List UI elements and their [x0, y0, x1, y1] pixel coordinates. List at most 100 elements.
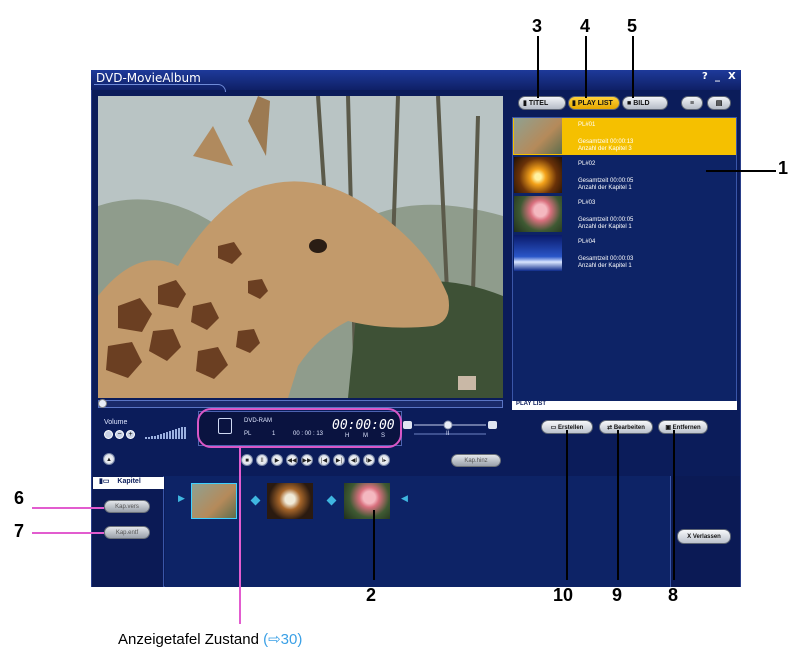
- exit-icon: X: [687, 534, 692, 540]
- kap-hinz-button[interactable]: Kap.hinz: [451, 454, 501, 467]
- playlist-total-time: Gesamtzeit 00:00:13: [578, 139, 634, 145]
- callout-5-line: [632, 36, 634, 98]
- callout-9-line: [617, 430, 619, 580]
- callout-1: 1: [778, 158, 789, 178]
- seek-handle[interactable]: [98, 399, 107, 408]
- minimize-button[interactable]: _: [715, 71, 720, 82]
- playlist-thumbnail: [514, 235, 562, 271]
- callout-4: 4: [580, 16, 591, 36]
- tab-titel[interactable]: ▮ TITEL: [518, 96, 566, 110]
- rewind-icon[interactable]: ◀◀: [286, 454, 298, 466]
- kap-entf-button[interactable]: Kap.entf: [104, 526, 150, 539]
- callout-8-line: [673, 430, 675, 580]
- playlist-item[interactable]: PL#01 Gesamtzeit 00:00:13 Anzahl der Kap…: [513, 118, 736, 155]
- frame-advance-icon[interactable]: I▸: [378, 454, 390, 466]
- slow-reverse-icon[interactable]: ◀I: [348, 454, 360, 466]
- chapter-thumbnail[interactable]: [344, 483, 390, 519]
- pause-button[interactable]: II: [256, 454, 268, 466]
- status-callout-line: [239, 446, 241, 624]
- chapter-header: ▮▭ Kapitel: [93, 477, 164, 489]
- video-preview: [98, 96, 503, 398]
- callout-4-line: [585, 36, 587, 98]
- tab-titel-label: TITEL: [528, 100, 549, 107]
- chapter-end-marker-icon: ◀: [401, 493, 408, 503]
- fast-forward-icon[interactable]: ▶▶: [301, 454, 313, 466]
- close-button[interactable]: X: [728, 71, 736, 82]
- playlist-tab-icon: ▮: [572, 100, 576, 107]
- entfernen-label: Entfernen: [672, 425, 701, 431]
- callout-9: 9: [612, 585, 623, 605]
- chapter-icon: ▮▭: [99, 478, 110, 485]
- status-highlight-oval: [197, 408, 402, 448]
- chapter-start-marker-icon: ▶: [178, 493, 185, 503]
- tab-playlist[interactable]: ▮ PLAY LIST: [568, 96, 620, 110]
- playlist-name: PL#01: [578, 122, 596, 128]
- title-tab-outline: [94, 84, 226, 92]
- callout-5: 5: [627, 16, 638, 36]
- callout-8: 8: [668, 585, 679, 605]
- mute-icon[interactable]: [104, 430, 113, 439]
- status-caption-text: Anzeigetafel Zustand: [118, 631, 264, 648]
- titel-tab-icon: ▮: [523, 100, 527, 107]
- callout-6-line: [32, 507, 104, 509]
- bearbeiten-button[interactable]: ⇄ Bearbeiten: [599, 420, 653, 434]
- playlist-item[interactable]: PL#03 Gesamtzeit 00:00:05 Anzahl der Kap…: [513, 196, 736, 233]
- volume-down-button[interactable]: −: [115, 430, 124, 439]
- playlist-total-time: Gesamtzeit 00:00:05: [578, 178, 634, 184]
- callout-3-line: [537, 36, 539, 98]
- callout-2-line: [373, 510, 375, 580]
- playlist-thumbnail: [514, 157, 562, 193]
- callout-7: 7: [14, 521, 25, 541]
- playlist-chapter-count: Anzahl der Kapitel 1: [578, 263, 632, 269]
- tab-bild-label: BILD: [633, 100, 650, 107]
- skip-previous-icon[interactable]: |◀: [318, 454, 330, 466]
- play-button[interactable]: ▶: [271, 454, 283, 466]
- callout-3: 3: [532, 16, 543, 36]
- playlist-name: PL#02: [578, 161, 596, 167]
- volume-up-button[interactable]: +: [126, 430, 135, 439]
- playlist-item[interactable]: PL#02 Gesamtzeit 00:00:05 Anzahl der Kap…: [513, 157, 736, 194]
- status-caption-link[interactable]: (⇨30): [263, 631, 302, 648]
- erstellen-label: Erstellen: [557, 425, 584, 431]
- speed-slider-graphic: [403, 420, 497, 435]
- playlist-chapter-count: Anzahl der Kapitel 3: [578, 146, 632, 152]
- thumbnail-view-icon[interactable]: ▤: [707, 96, 731, 110]
- giraffe-image: [98, 96, 503, 398]
- playlist-thumbnail: [514, 118, 562, 154]
- seek-bar[interactable]: [98, 400, 503, 408]
- volume-level-meter[interactable]: [145, 426, 190, 439]
- slow-forward-icon[interactable]: I▶: [363, 454, 375, 466]
- tab-playlist-label: PLAY LIST: [577, 100, 613, 107]
- callout-10: 10: [553, 585, 574, 605]
- window-title: DVD-MovieAlbum: [96, 71, 201, 85]
- volume-label: Volume: [104, 419, 128, 426]
- playlist-footer-text: PLAY LIST: [516, 401, 547, 407]
- bild-tab-icon: ■: [627, 100, 632, 107]
- tab-bild[interactable]: ■ BILD: [622, 96, 668, 110]
- speed-slider[interactable]: [402, 420, 498, 442]
- playlist-chapter-count: Anzahl der Kapitel 1: [578, 224, 632, 230]
- playlist-name: PL#03: [578, 200, 596, 206]
- callout-10-line: [566, 430, 568, 580]
- entfernen-button[interactable]: ▣ Entfernen: [658, 420, 708, 434]
- playlist-total-time: Gesamtzeit 00:00:03: [578, 256, 634, 262]
- volume-bars: [145, 427, 186, 439]
- list-view-icon[interactable]: ≡: [681, 96, 703, 110]
- verlassen-button[interactable]: X Verlassen: [677, 529, 731, 544]
- chapter-thumbnail[interactable]: [267, 483, 313, 519]
- kap-vers-button[interactable]: Kap.vers: [104, 500, 150, 513]
- callout-7-line: [32, 532, 104, 534]
- chapter-header-label: Kapitel: [117, 478, 141, 485]
- stop-button[interactable]: ■: [241, 454, 253, 466]
- chapter-thumbnail[interactable]: [191, 483, 237, 519]
- playlist-item[interactable]: PL#04 Gesamtzeit 00:00:03 Anzahl der Kap…: [513, 235, 736, 272]
- callout-1-line: [706, 170, 776, 172]
- status-caption: Anzeigetafel Zustand (⇨30): [118, 630, 302, 648]
- callout-2: 2: [366, 585, 377, 605]
- eject-icon[interactable]: ▲: [103, 453, 115, 465]
- skip-next-icon[interactable]: ▶|: [333, 454, 345, 466]
- playlist-chapter-count: Anzahl der Kapitel 1: [578, 185, 632, 191]
- verlassen-label: Verlassen: [692, 534, 721, 540]
- help-button[interactable]: ?: [702, 71, 708, 82]
- playlist-total-time: Gesamtzeit 00:00:05: [578, 217, 634, 223]
